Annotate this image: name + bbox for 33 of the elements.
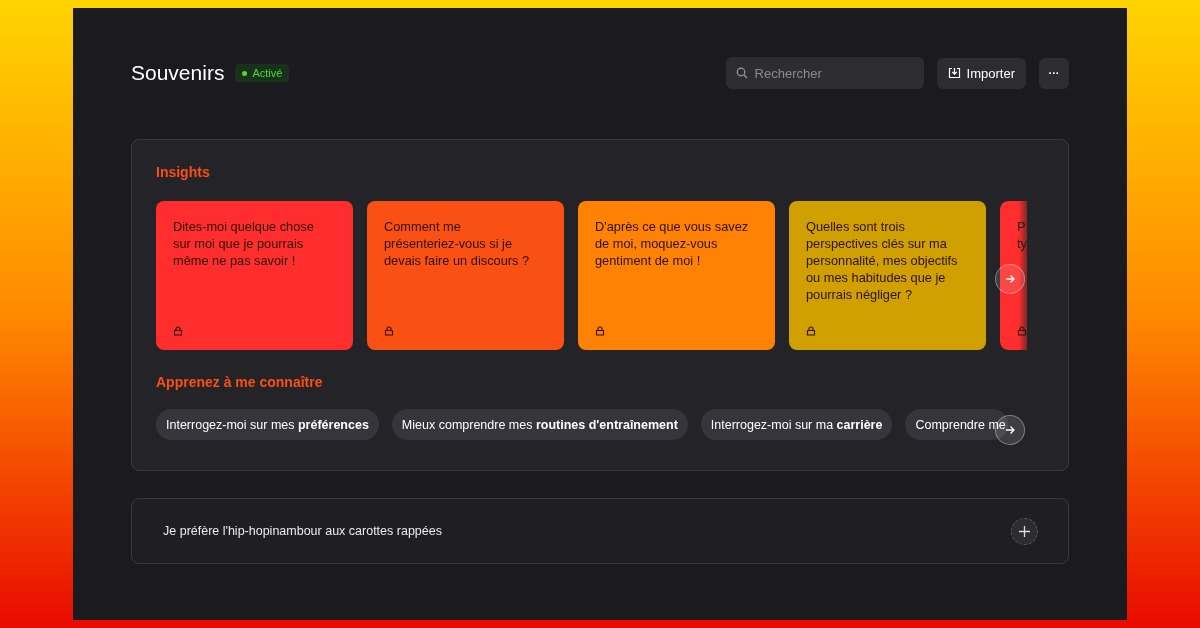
page-title: Souvenirs xyxy=(131,61,225,85)
plus-icon xyxy=(1019,525,1030,537)
search-field[interactable]: Rechercher xyxy=(725,57,924,89)
lock-icon xyxy=(595,326,605,336)
prompt-card[interactable]: Dites-moi quelque chose sur moi que je pourrais même ne pas savoir ! xyxy=(156,201,353,350)
lock-icon xyxy=(806,326,816,336)
card-text: P ty xyxy=(1017,218,1027,252)
next-arrow-button[interactable] xyxy=(995,264,1025,294)
lock-icon xyxy=(173,326,183,336)
add-button[interactable] xyxy=(1011,517,1038,545)
arrow-icon xyxy=(1004,273,1016,285)
lock-icon xyxy=(384,326,394,336)
suggestion-chip[interactable]: Comprendre me xyxy=(905,409,1008,440)
card-text: D'après ce que vous savez de moi, moquez-vous gentiment de moi ! xyxy=(595,218,750,269)
suggestion-chip[interactable]: Mieux comprendre mes routines d'entraînement xyxy=(391,409,688,440)
memory-text: Je préfère l'hip-hopinambour aux carottes rappées xyxy=(163,524,443,538)
section-title: Apprenez à me connaître xyxy=(156,374,324,390)
status-badge: Activé xyxy=(235,64,290,82)
prompt-card[interactable]: Quelles sont trois perspectives clés sur ma personnalité, mes objectifs ou mes habitudes que je pourrais négliger ? xyxy=(789,201,986,350)
prompt-card[interactable]: D'après ce que vous savez de moi, moquez-vous gentiment de moi ! xyxy=(578,201,775,350)
card-text: Dites-moi quelque chose sur moi que je pourrais même ne pas savoir ! xyxy=(173,218,315,269)
more-button[interactable]: ··· xyxy=(1039,57,1069,89)
import-button[interactable]: Importer xyxy=(936,57,1026,89)
lock-icon xyxy=(1017,326,1027,336)
download-icon xyxy=(947,67,961,79)
suggestion-chip[interactable]: Interrogez-moi sur mes préférences xyxy=(156,409,379,440)
prompt-card[interactable]: P ty xyxy=(1000,201,1027,350)
prompt-card[interactable]: Comment me présenteriez-vous si je devais faire un discours ? xyxy=(367,201,564,350)
arrow-icon xyxy=(1004,424,1016,436)
card-text: Quelles sont trois perspectives clés sur ma personnalité, mes objectifs ou mes habitudes que je pourrais négliger ? xyxy=(806,218,959,303)
suggestion-chip[interactable]: Interrogez-moi sur ma carrière xyxy=(700,409,893,440)
section-title: Insights xyxy=(156,164,211,180)
card-text: Comment me présenteriez-vous si je devais faire un discours ? xyxy=(384,218,531,269)
